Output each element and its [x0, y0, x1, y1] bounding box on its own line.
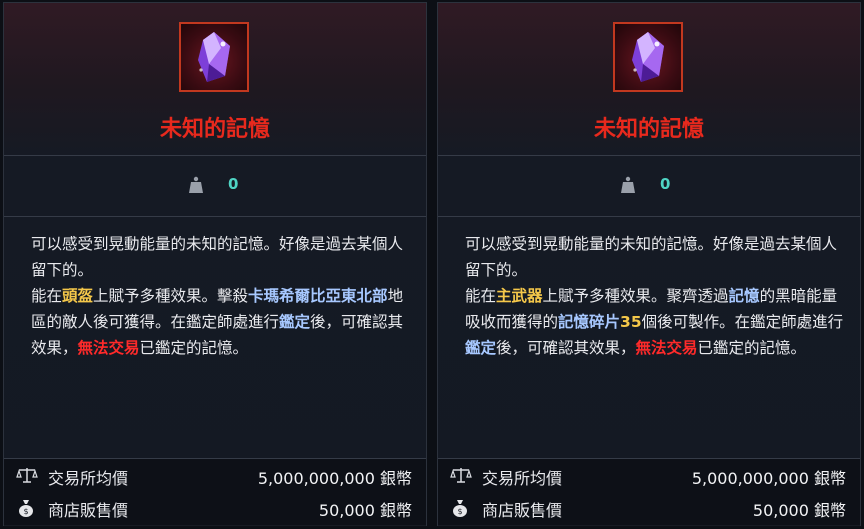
scale-icon — [16, 468, 38, 483]
divider — [4, 458, 426, 459]
item-tooltip-left: 未知的記憶 0 可以感受到晃動能量的未知的記憶。好像是過去某個人留下的。 能在頭… — [3, 2, 427, 526]
appraise-highlight: 鑑定 — [279, 313, 311, 331]
weight-icon — [189, 176, 203, 193]
untradeable-highlight: 無法交易 — [635, 339, 698, 357]
market-price-label: 交易所均價 — [482, 469, 563, 488]
slot-highlight: 頭盔 — [62, 287, 94, 305]
price-footer: 交易所均價 5,000,000,000 銀幣 $ 商店販售價 50,000 銀幣 — [438, 458, 860, 526]
item-title: 未知的記憶 — [593, 117, 704, 142]
shop-price-value: 50,000 銀幣 — [318, 501, 412, 520]
svg-text:$: $ — [23, 507, 28, 516]
market-price-label: 交易所均價 — [48, 469, 129, 488]
description-line: 能在主武器上賦予多種效果。聚齊透過記憶的黑暗能量吸收而獲得的記憶碎片35個後可製… — [465, 287, 844, 357]
crystal-icon — [198, 32, 230, 82]
scale-icon — [450, 468, 472, 483]
market-price-row: 交易所均價 5,000,000,000 銀幣 — [438, 461, 860, 491]
svg-text:$: $ — [457, 507, 462, 516]
divider — [438, 155, 860, 156]
weight-value: 0 — [228, 175, 239, 193]
untradeable-highlight: 無法交易 — [77, 339, 140, 357]
divider — [438, 458, 860, 459]
shop-price-label: 商店販售價 — [482, 501, 563, 520]
money-bag-icon: $ — [19, 500, 33, 517]
description-line: 能在頭盔上賦予多種效果。擊殺卡瑪希爾比亞東北部地區的敵人後可獲得。在鑑定師處進行… — [31, 287, 404, 357]
region-highlight: 卡瑪希爾比亞東北部 — [248, 287, 388, 305]
slot-highlight: 主武器 — [496, 287, 543, 305]
item-description: 可以感受到晃動能量的未知的記憶。好像是過去某個人留下的。 能在主武器上賦予多種效… — [465, 231, 846, 361]
divider — [438, 216, 860, 217]
crystal-icon — [632, 32, 664, 82]
memory-highlight: 記憶 — [728, 287, 760, 305]
item-tooltip-right: 未知的記憶 0 可以感受到晃動能量的未知的記憶。好像是過去某個人留下的。 能在主… — [437, 2, 861, 526]
description-line: 可以感受到晃動能量的未知的記憶。好像是過去某個人留下的。 — [465, 235, 838, 279]
item-icon-frame[interactable] — [179, 22, 249, 92]
item-description: 可以感受到晃動能量的未知的記憶。好像是過去某個人留下的。 能在頭盔上賦予多種效果… — [31, 231, 412, 361]
market-price-row: 交易所均價 5,000,000,000 銀幣 — [4, 461, 426, 491]
fragment-highlight: 記憶碎片 — [558, 313, 621, 331]
description-line: 可以感受到晃動能量的未知的記憶。好像是過去某個人留下的。 — [31, 235, 404, 279]
shop-price-value: 50,000 銀幣 — [752, 501, 846, 520]
weight-icon — [621, 176, 635, 193]
divider — [4, 216, 426, 217]
item-title: 未知的記憶 — [159, 117, 270, 142]
weight-row: 0 — [438, 173, 860, 199]
shop-price-row: $ 商店販售價 50,000 銀幣 — [438, 493, 860, 523]
item-icon-frame[interactable] — [613, 22, 683, 92]
shop-price-label: 商店販售價 — [48, 501, 129, 520]
market-price-value: 5,000,000,000 銀幣 — [691, 469, 846, 488]
shop-price-row: $ 商店販售價 50,000 銀幣 — [4, 493, 426, 523]
money-bag-icon: $ — [453, 500, 467, 517]
weight-value: 0 — [660, 175, 671, 193]
divider — [4, 155, 426, 156]
market-price-value: 5,000,000,000 銀幣 — [257, 469, 412, 488]
appraise-highlight: 鑑定 — [465, 339, 497, 357]
weight-row: 0 — [4, 173, 426, 199]
fragment-count: 35 — [620, 313, 642, 331]
price-footer: 交易所均價 5,000,000,000 銀幣 $ 商店販售價 50,000 銀幣 — [4, 458, 426, 526]
